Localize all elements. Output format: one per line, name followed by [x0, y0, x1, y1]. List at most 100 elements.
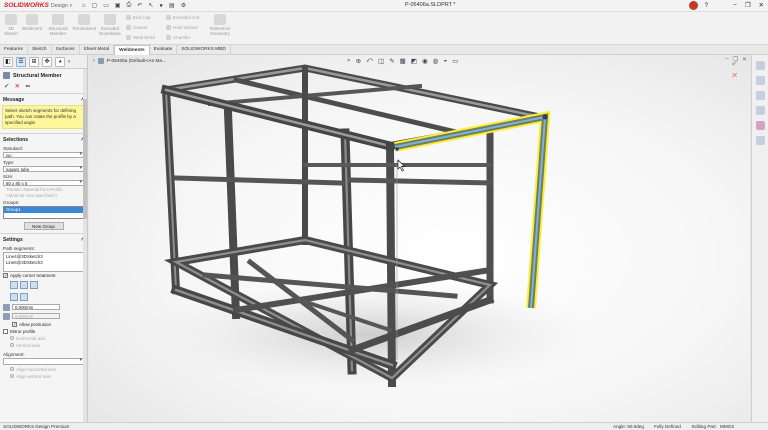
checkbox-unchecked-icon[interactable] [3, 328, 8, 334]
size-select[interactable]: 80 x 80 x 5 [3, 179, 84, 186]
ok-check-icon[interactable]: ✔ [4, 82, 9, 90]
allow-protrusion-checkbox[interactable]: ✓ Allow protrusion [0, 321, 87, 328]
file-explorer-icon[interactable] [755, 91, 765, 100]
vertical-axis-radio[interactable]: Vertical axis [0, 342, 87, 349]
solidworks-resources-icon[interactable] [755, 61, 765, 70]
extruded-boss-button[interactable]: Extruded Boss/Base [98, 14, 122, 36]
panel-scrollbar[interactable] [83, 69, 87, 422]
reference-geometry-button[interactable]: Reference Geometry [206, 14, 234, 36]
structural-member-button[interactable]: Structural Member [46, 14, 70, 36]
tab-features[interactable]: Features [0, 45, 28, 55]
minimize-icon[interactable]: – [733, 1, 737, 9]
configuration-manager-icon[interactable]: ⊞ [29, 56, 39, 67]
graphics-area[interactable]: › P-05406a (Default<As Ma... ⌕ ⊕ ⤺ ◫ ✎ ▦… [89, 55, 750, 422]
view-palette-icon[interactable] [755, 106, 765, 115]
pm-title: Structural Member [0, 69, 87, 82]
new-group-button[interactable]: New Group [23, 221, 64, 230]
print-icon[interactable]: ⎙ [127, 2, 132, 9]
tab-sheet-metal[interactable]: Sheet Metal [80, 45, 115, 55]
trim-extend-label: Trim/Extend [71, 26, 97, 31]
trim-extend-button[interactable]: Trim/Extend [72, 14, 96, 31]
weldment-label: Weldment [21, 26, 43, 31]
keep-visible-pin-icon[interactable]: ⇴ [25, 82, 30, 90]
checkbox-checked-icon[interactable]: ✓ [12, 321, 17, 327]
type-select[interactable]: square tube [3, 165, 84, 172]
path-segments-label: Path segments: [3, 245, 35, 251]
scrollbar-thumb[interactable] [83, 99, 87, 219]
close-icon[interactable]: ✕ [759, 1, 764, 9]
weldment-button[interactable]: Weldment [21, 14, 43, 31]
apply-corner-treatment-checkbox[interactable]: ✓ Apply corner treatment [0, 272, 87, 279]
end-miter-icon[interactable] [10, 280, 18, 289]
display-manager-icon[interactable]: ◕ [55, 56, 65, 67]
tab-solidworks-mbd[interactable]: SOLIDWORKS MBD [177, 45, 231, 55]
property-manager-icon[interactable]: ☰ [16, 56, 26, 67]
group-item[interactable]: Group1 [4, 206, 83, 213]
home-icon[interactable]: ⌂ [82, 3, 86, 9]
app-logo: SOLIDWORKS [4, 2, 49, 9]
appearances-icon[interactable] [755, 121, 765, 130]
radio-icon[interactable] [10, 343, 14, 348]
undo-icon[interactable]: ↶ [137, 2, 142, 9]
tab-weldments[interactable]: Weldments [114, 45, 150, 55]
message-section-header[interactable]: Message˄ [0, 93, 87, 105]
end-cap-button[interactable]: End Cap [126, 15, 151, 20]
hole-wizard-button[interactable]: Hole Wizard [166, 25, 198, 30]
save-icon[interactable]: ▣ [115, 2, 121, 9]
expand-menu-icon[interactable]: › [70, 3, 72, 9]
help-icon[interactable]: ? [705, 3, 708, 9]
align-vertical-radio[interactable]: Align vertical axis [0, 373, 87, 380]
tab-surfaces[interactable]: Surfaces [52, 45, 80, 55]
radio-icon[interactable] [10, 336, 14, 341]
status-definition: Fully Defined [654, 424, 681, 429]
settings-section-header[interactable]: Settings˄ [0, 232, 87, 245]
expand-panel-icon[interactable]: › [68, 59, 70, 65]
dimxpert-icon[interactable]: ✥ [42, 56, 52, 67]
gap2-input[interactable]: 0.000mm [12, 313, 60, 320]
custom-properties-icon[interactable] [755, 136, 765, 145]
select-arrow-icon[interactable]: ↖ [148, 2, 153, 9]
checkbox-checked-icon[interactable]: ✓ [3, 272, 8, 278]
open-folder-icon[interactable]: ▭ [103, 2, 109, 9]
path-segments-list[interactable]: Line4@3DSketch3 Line6@3DSketch3 [3, 251, 84, 272]
status-units[interactable]: MMGS [720, 424, 734, 429]
end-butt2-icon[interactable] [30, 280, 38, 289]
horizontal-axis-radio[interactable]: Horizontal axis [0, 335, 87, 342]
selections-header: Selections [3, 136, 29, 143]
rebuild-icon[interactable]: ● [159, 3, 163, 9]
path-segment-item[interactable]: Line6@3DSketch3 [6, 260, 81, 266]
chamfer-button[interactable]: Chamfer [166, 35, 190, 40]
radio-icon[interactable] [10, 367, 14, 372]
restore-icon[interactable]: ❐ [745, 1, 751, 9]
groups-list[interactable]: Group1 [3, 205, 84, 219]
weld-bead-button[interactable]: Weld Bead [126, 35, 155, 40]
selections-section-header[interactable]: Selections˄ [0, 132, 87, 145]
alignment-label: Alignment: [3, 351, 25, 357]
gusset-icon [126, 25, 131, 30]
design-library-icon[interactable] [755, 76, 765, 85]
trim-order-2-icon[interactable] [20, 292, 28, 301]
feature-manager-icon[interactable]: ◧ [3, 56, 13, 67]
status-angle: Angle: 90.0deg [613, 424, 644, 429]
tab-sketch[interactable]: Sketch [28, 45, 52, 55]
user-avatar[interactable] [688, 1, 698, 10]
weld-bead-icon [126, 35, 131, 40]
alignment-input[interactable] [3, 357, 84, 365]
tab-evaluate[interactable]: Evaluate [150, 45, 178, 55]
align-horizontal-radio[interactable]: Align horizontal axis [0, 366, 87, 373]
end-butt1-icon[interactable] [20, 280, 28, 289]
extruded-cut-button[interactable]: Extruded Cut [166, 15, 199, 20]
new-document-icon[interactable]: ▢ [92, 2, 98, 9]
weldment-frame-model[interactable] [89, 55, 750, 422]
radio-icon[interactable] [10, 374, 14, 379]
reference-geometry-icon [214, 14, 226, 25]
gusset-button[interactable]: Gusset [126, 25, 147, 30]
3d-sketch-button[interactable]: 3D Sketch [3, 14, 19, 36]
file-properties-icon[interactable]: ▤ [169, 2, 175, 9]
standard-select[interactable]: iso [3, 151, 84, 158]
mirror-profile-checkbox[interactable]: Mirror profile [0, 328, 87, 335]
cancel-x-icon[interactable]: ✕ [14, 82, 19, 90]
options-icon[interactable]: ⚙ [181, 2, 186, 9]
gap1-input[interactable]: 0.000mm [12, 304, 60, 311]
trim-order-1-icon[interactable] [10, 292, 18, 301]
